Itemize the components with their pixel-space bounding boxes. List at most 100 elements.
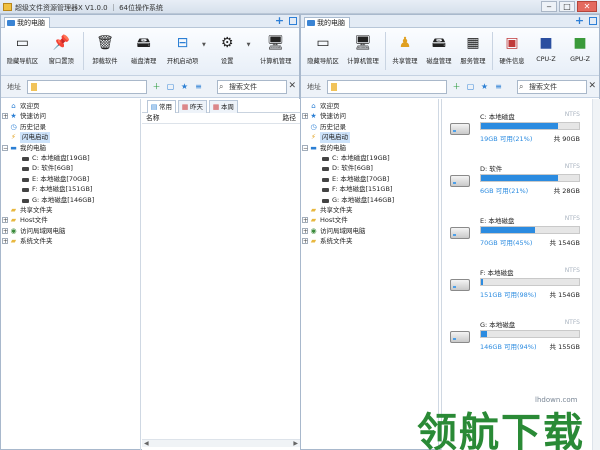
tree-item[interactable]: ⚡ 闪电启动 bbox=[1, 132, 140, 143]
expand-icon[interactable]: + bbox=[2, 227, 8, 234]
close-icon[interactable]: ✕ bbox=[588, 81, 596, 91]
new-tab-button[interactable]: + bbox=[274, 15, 285, 27]
tree-item-label: E: 本地磁盘[70GB] bbox=[332, 174, 390, 183]
drive-card[interactable]: G: 本地磁盘 NTFS 146GB 可用(94%) 共 155GB bbox=[450, 319, 580, 359]
tree-item[interactable]: G: 本地磁盘[146GB] bbox=[1, 195, 140, 205]
tab-common[interactable]: ▤ 常用 bbox=[147, 100, 176, 113]
tree-item[interactable]: ⌂ 欢迎页 bbox=[1, 101, 140, 111]
startup-items-button[interactable]: ⊟ 开机启动项 bbox=[163, 30, 202, 72]
uninstall-icon: 🗑 bbox=[96, 35, 114, 51]
expand-icon[interactable]: + bbox=[302, 238, 308, 245]
column-name[interactable]: 名称 bbox=[146, 113, 160, 124]
tab-this-week[interactable]: ▦ 本周 bbox=[209, 100, 238, 113]
tree-item[interactable]: ⌂ 欢迎页 bbox=[301, 101, 438, 111]
star-icon[interactable]: ★ bbox=[179, 81, 190, 92]
right-toolbar: ▭ 隐藏导航区 🖥 计算机管理 ♟ 共享管理 🖴 磁盘管理 ▦ 服务管理 ▣ 硬… bbox=[301, 28, 599, 76]
tree-item[interactable]: C: 本地磁盘[19GB] bbox=[301, 153, 438, 163]
expand-icon[interactable]: + bbox=[302, 227, 308, 234]
vertical-scrollbar[interactable] bbox=[592, 99, 600, 450]
maximize-button[interactable]: □ bbox=[559, 1, 575, 12]
collapse-icon[interactable]: − bbox=[302, 144, 308, 151]
view-icon[interactable]: ▢ bbox=[165, 81, 176, 92]
collapse-icon[interactable]: − bbox=[2, 144, 8, 151]
scroll-left-icon[interactable]: ◀ bbox=[144, 440, 149, 447]
cpuz-button[interactable]: ■ CPU-Z bbox=[529, 30, 563, 72]
expand-icon[interactable]: + bbox=[2, 217, 8, 224]
tab-my-computer[interactable]: 我的电脑 bbox=[4, 17, 50, 28]
tree-item[interactable]: E: 本地磁盘[70GB] bbox=[301, 174, 438, 184]
new-folder-icon[interactable]: ＋ bbox=[151, 81, 162, 92]
minimize-button[interactable]: ‒ bbox=[541, 1, 557, 12]
tree-item[interactable]: + ★ 快速访问 bbox=[301, 111, 438, 121]
share-manage-button[interactable]: ♟ 共享管理 bbox=[388, 30, 422, 72]
computer-manage-button[interactable]: 🖥 计算机管理 bbox=[252, 30, 299, 72]
disk-clean-button[interactable]: 🖴 磁盘清理 bbox=[124, 30, 163, 72]
tree-item[interactable]: + ★ 快速访问 bbox=[1, 111, 140, 121]
drive-icon bbox=[450, 123, 470, 135]
tree-item-label: 我的电脑 bbox=[320, 143, 346, 152]
tree-item[interactable]: + ◉ 访问局域网电脑 bbox=[301, 226, 438, 236]
tree-item[interactable]: F: 本地磁盘[151GB] bbox=[1, 184, 140, 194]
tree-item[interactable]: + ▰ Host文件 bbox=[1, 215, 140, 225]
tab-this-week-label: 本周 bbox=[221, 103, 234, 111]
computer-manage-button[interactable]: 🖥 计算机管理 bbox=[343, 30, 383, 72]
horizontal-scrollbar[interactable]: ◀ ▶ bbox=[142, 439, 300, 447]
address-input[interactable] bbox=[327, 80, 447, 94]
hide-nav-button[interactable]: ▭ 隐藏导航区 bbox=[303, 30, 343, 72]
tab-my-computer[interactable]: 我的电脑 bbox=[304, 17, 350, 28]
tree-item[interactable]: D: 软件[6GB] bbox=[1, 163, 140, 173]
search-input[interactable]: ⌕ 搜索文件 bbox=[217, 80, 287, 94]
drive-card[interactable]: F: 本地磁盘 NTFS 151GB 可用(98%) 共 154GB bbox=[450, 267, 580, 307]
tree-item[interactable]: + ◉ 访问局域网电脑 bbox=[1, 226, 140, 236]
search-input[interactable]: ⌕ 搜索文件 bbox=[517, 80, 587, 94]
tree-item[interactable]: + ▰ Host文件 bbox=[301, 215, 438, 225]
text-icon[interactable]: ≡ bbox=[193, 81, 204, 92]
new-tab-button[interactable]: + bbox=[574, 15, 585, 27]
star-icon[interactable]: ★ bbox=[479, 81, 490, 92]
expand-icon[interactable]: + bbox=[2, 238, 8, 245]
tab-yesterday[interactable]: ▦ 昨天 bbox=[178, 100, 207, 113]
pin-window-button[interactable]: 📌 窗口置顶 bbox=[42, 30, 81, 72]
hide-nav-button[interactable]: ▭ 隐藏导航区 bbox=[3, 30, 42, 72]
settings-button[interactable]: ⚙ 设置 bbox=[208, 30, 247, 72]
pane-maximize-button[interactable] bbox=[589, 17, 597, 25]
close-button[interactable]: ✕ bbox=[577, 1, 597, 12]
view-icon[interactable]: ▢ bbox=[465, 81, 476, 92]
tree-item[interactable]: D: 软件[6GB] bbox=[301, 163, 438, 173]
tree-item[interactable]: ▰ 共享文件夹 bbox=[301, 205, 438, 215]
tree-item-label: Host文件 bbox=[320, 216, 348, 225]
hardware-info-button[interactable]: ▣ 硬件信息 bbox=[495, 30, 529, 72]
column-path[interactable]: 路径 bbox=[282, 113, 296, 124]
drive-card[interactable]: E: 本地磁盘 NTFS 70GB 可用(45%) 共 154GB bbox=[450, 215, 580, 255]
drive-icon bbox=[322, 156, 329, 161]
tree-item[interactable]: + ▰ 系统文件夹 bbox=[1, 236, 140, 246]
tree-item[interactable]: − ▬ 我的电脑 bbox=[301, 143, 438, 153]
pane-maximize-button[interactable] bbox=[289, 17, 297, 25]
tree-item[interactable]: F: 本地磁盘[151GB] bbox=[301, 184, 438, 194]
service-manage-button[interactable]: ▦ 服务管理 bbox=[456, 30, 490, 72]
tree-item[interactable]: + ▰ 系统文件夹 bbox=[301, 236, 438, 246]
tree-item-label: D: 软件[6GB] bbox=[32, 164, 73, 173]
tree-item[interactable]: G: 本地磁盘[146GB] bbox=[301, 195, 438, 205]
address-input[interactable] bbox=[27, 80, 147, 94]
gpuz-button[interactable]: ■ GPU-Z bbox=[563, 30, 597, 72]
new-folder-icon[interactable]: ＋ bbox=[451, 81, 462, 92]
close-icon[interactable]: ✕ bbox=[288, 81, 296, 91]
network-icon: ◉ bbox=[10, 226, 17, 235]
tree-item[interactable]: ◷ 历史记录 bbox=[301, 122, 438, 132]
disk-manage-button[interactable]: 🖴 磁盘管理 bbox=[422, 30, 456, 72]
tree-item[interactable]: C: 本地磁盘[19GB] bbox=[1, 153, 140, 163]
uninstall-button[interactable]: 🗑 卸载软件 bbox=[86, 30, 125, 72]
drive-card[interactable]: C: 本地磁盘 NTFS 19GB 可用(21%) 共 90GB bbox=[450, 111, 580, 151]
expand-icon[interactable]: + bbox=[302, 113, 308, 120]
tree-item[interactable]: ▰ 共享文件夹 bbox=[1, 205, 140, 215]
text-icon[interactable]: ≡ bbox=[493, 81, 504, 92]
expand-icon[interactable]: + bbox=[302, 217, 308, 224]
expand-icon[interactable]: + bbox=[2, 113, 8, 120]
scroll-right-icon[interactable]: ▶ bbox=[293, 440, 298, 447]
tree-item[interactable]: ◷ 历史记录 bbox=[1, 122, 140, 132]
tree-item[interactable]: − ▬ 我的电脑 bbox=[1, 143, 140, 153]
tree-item[interactable]: ⚡ 闪电启动 bbox=[301, 132, 438, 143]
drive-card[interactable]: D: 软件 NTFS 6GB 可用(21%) 共 28GB bbox=[450, 163, 580, 203]
tree-item[interactable]: E: 本地磁盘[70GB] bbox=[1, 174, 140, 184]
